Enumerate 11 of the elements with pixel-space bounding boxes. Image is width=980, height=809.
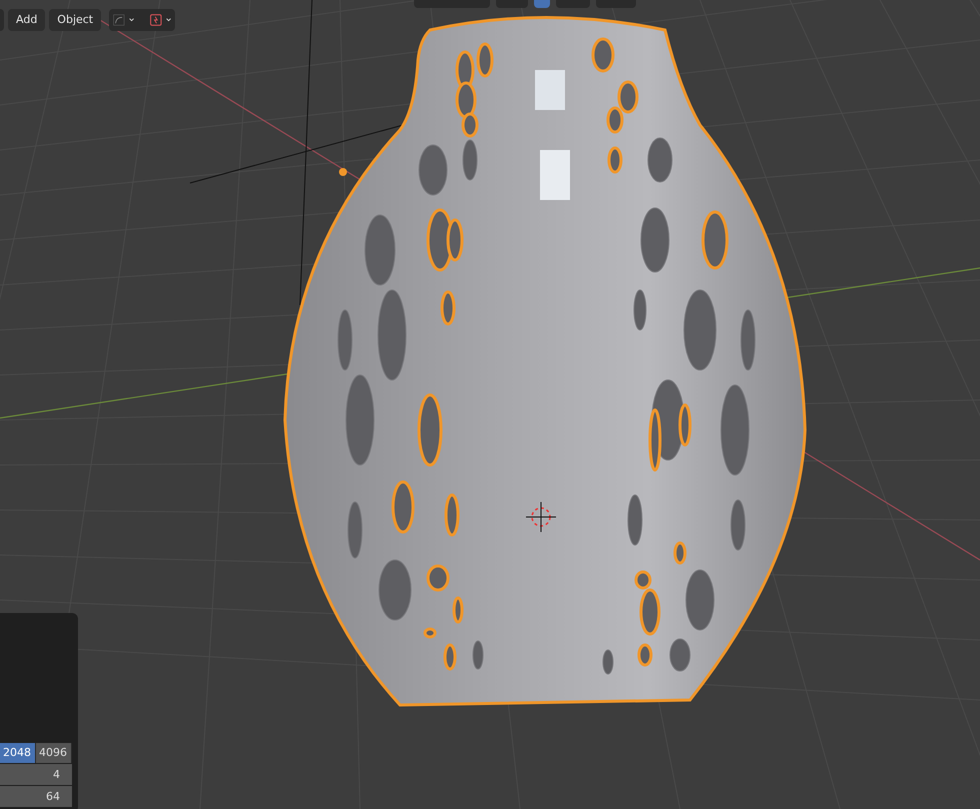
number-field[interactable]: 64 (0, 786, 72, 807)
resolution-option[interactable]: 4096 (36, 743, 72, 763)
light-object-icon (338, 167, 348, 177)
caret-icon (166, 17, 172, 23)
caret-icon (128, 17, 134, 23)
3d-cursor-icon (526, 502, 556, 532)
menu-button[interactable]: Object (49, 9, 102, 31)
menu-button[interactable]: Add (8, 9, 46, 31)
number-field[interactable]: 4 (0, 764, 72, 785)
resolution-option[interactable]: 2048 (0, 743, 36, 763)
snap-dropdown[interactable] (109, 9, 176, 31)
